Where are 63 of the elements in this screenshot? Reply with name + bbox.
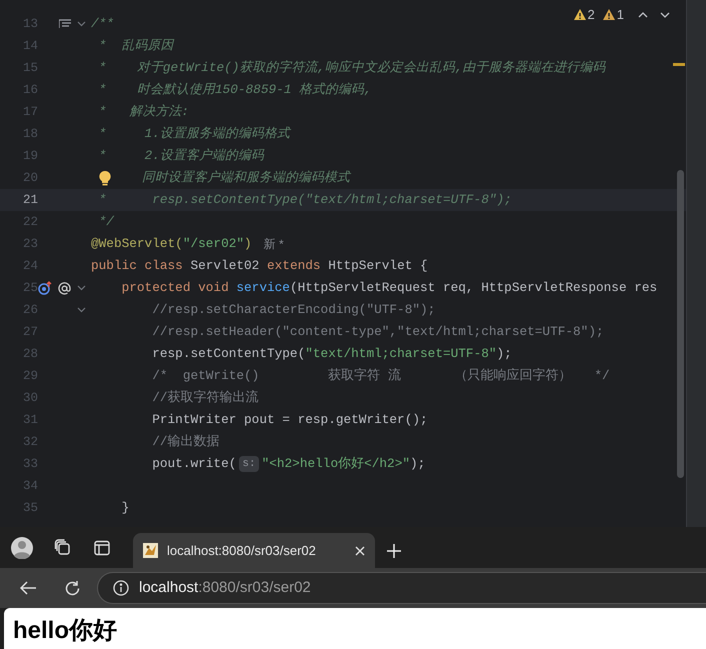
doc-comment: * resp.setContentType("text/html;charset=UTF-8"); <box>98 191 512 210</box>
parameter-hint: s: <box>239 456 259 472</box>
warning-count: 1 <box>616 6 624 24</box>
code-comment: //resp.setCharacterEncoding("UTF-8"); <box>151 301 436 320</box>
keyword: protected void <box>120 279 230 298</box>
profile-avatar-icon[interactable] <box>11 536 33 558</box>
code-comment: //输出数据 <box>151 433 220 452</box>
doc-comment: * 1.设置服务端的编码格式 <box>98 125 290 144</box>
tab-title: localhost:8080/sr03/ser02 <box>167 542 317 560</box>
address-bar[interactable]: localhost:8080/sr03/ser02 <box>97 572 706 604</box>
structure-icon[interactable] <box>59 19 71 29</box>
fold-caret-icon[interactable] <box>77 307 86 313</box>
doc-comment: /** <box>91 15 114 34</box>
string-literal: "/ser02" <box>182 235 244 254</box>
warning-count: 2 <box>588 6 595 24</box>
browser-tab[interactable]: localhost:8080/sr03/ser02 <box>133 533 375 568</box>
code-comment: //获取字符输出流 <box>151 389 259 408</box>
author-hint: 新 * <box>264 236 284 253</box>
doc-comment: * 时会默认使用150-8859-1 格式的编码, <box>98 81 372 100</box>
code-text: HttpServlet { <box>328 257 428 276</box>
reload-icon[interactable] <box>64 580 81 596</box>
favicon-icon <box>143 543 158 558</box>
annotation-icon[interactable] <box>58 282 71 294</box>
scrollbar[interactable] <box>677 170 684 478</box>
page-heading: hello你好 <box>13 616 118 646</box>
warning-marker <box>673 63 685 66</box>
string-literal: "<h2>hello你好</h2>" <box>262 455 410 474</box>
line-number: 21 <box>22 192 38 209</box>
code-text: resp.setContentType( <box>151 345 306 364</box>
sidebar-icon[interactable] <box>94 540 110 556</box>
back-icon[interactable] <box>20 581 37 595</box>
code-text: Servlet02 <box>190 257 260 276</box>
code-text: pout.write( <box>151 455 236 474</box>
doc-comment: * 解决方法: <box>98 103 189 122</box>
doc-comment: 同时设置客户端和服务端的编码模式 <box>142 169 350 188</box>
fold-caret-icon[interactable] <box>77 21 86 27</box>
doc-comment: * 对于getWrite()获取的字符流,响应中文必定会出乱码,由于服务器端在进行编码 <box>98 59 606 78</box>
doc-comment: * 乱码原因 <box>98 37 174 56</box>
code-text: (HttpServletRequest req, HttpServletResponse res <box>290 279 658 298</box>
warning-icon[interactable] <box>602 9 615 20</box>
code-text: ); <box>496 345 512 364</box>
code-text: ); <box>410 455 426 474</box>
doc-comment: */ <box>98 213 114 232</box>
close-icon[interactable] <box>355 546 365 556</box>
doc-comment: * 2.设置客户端的编码 <box>98 147 264 166</box>
override-icon[interactable] <box>38 281 52 295</box>
annotation: ) <box>244 235 252 254</box>
code-comment: //resp.setHeader("content-type","text/html;charset=UTF-8"); <box>151 323 604 342</box>
keyword: public class <box>91 257 184 276</box>
keyword: extends <box>266 257 322 276</box>
code-comment: /* getWrite() 获取字符 流 （只能响应回字符） */ <box>151 367 610 386</box>
info-icon[interactable] <box>113 580 129 596</box>
warning-icon[interactable] <box>574 9 586 20</box>
url-text: localhost:8080/sr03/ser02 <box>139 578 311 598</box>
collections-icon[interactable] <box>54 538 72 556</box>
method-name: service <box>236 279 290 298</box>
code-text: } <box>120 499 130 518</box>
fold-caret-icon[interactable] <box>77 285 86 291</box>
code-text: PrintWriter pout = resp.getWriter(); <box>151 411 428 430</box>
string-literal: "text/html;charset=UTF-8" <box>305 345 497 364</box>
lightbulb-icon[interactable] <box>99 170 111 186</box>
new-tab-icon[interactable] <box>387 544 401 558</box>
annotation: @WebServlet( <box>91 235 183 254</box>
